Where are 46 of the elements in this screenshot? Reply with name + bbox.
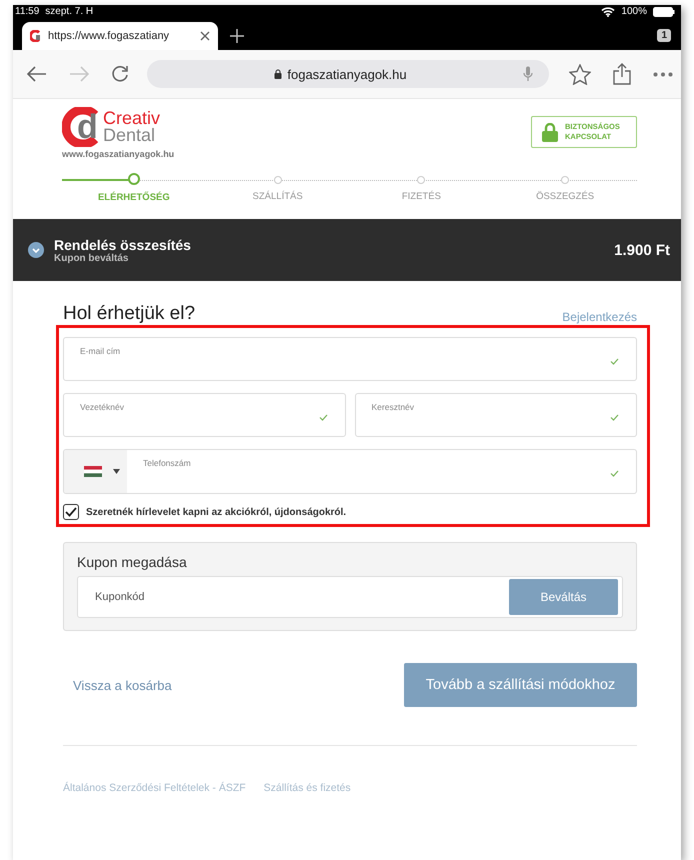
lock-icon (274, 69, 282, 79)
back-to-cart-link[interactable]: Vissza a kosárba (73, 678, 172, 692)
checkmark-icon (65, 507, 77, 517)
browser-tab[interactable]: https://www.fogaszatiany (22, 22, 218, 50)
padlock-icon (542, 122, 558, 142)
order-summary-bar[interactable]: Rendelés összesítés Kupon beváltás 1.900 Ft (13, 219, 681, 281)
reload-icon[interactable] (111, 65, 129, 83)
new-tab-icon[interactable] (230, 29, 244, 43)
logo-letter: d (77, 109, 98, 145)
more-icon[interactable] (653, 72, 673, 76)
coupon-title: Kupon megadása (77, 554, 188, 570)
star-icon[interactable] (569, 64, 591, 84)
battery-percent: 100% (621, 6, 647, 17)
back-icon[interactable] (27, 66, 47, 82)
input-field[interactable]: Vezetéknév (63, 393, 346, 437)
input-field[interactable]: Keresztnév (354, 393, 637, 437)
tab-count[interactable]: 1 (657, 29, 671, 42)
logo-url-text: www.fogaszatianyagok.hu (62, 149, 174, 159)
footer-link[interactable]: Általános Szerződési Feltételek - ÁSZF (63, 782, 246, 794)
coupon-code-field[interactable]: Kuponkód Beváltás (77, 576, 623, 618)
order-total: 1.900 Ft (614, 242, 670, 258)
summary-title: Rendelés összesítés (54, 236, 191, 252)
chevron-down-icon[interactable] (28, 242, 44, 258)
close-icon[interactable] (200, 31, 210, 41)
share-icon[interactable] (613, 63, 631, 85)
logo-text: Creativ (103, 110, 160, 127)
status-date: szept. 7. H (45, 6, 94, 17)
continue-button[interactable]: Tovább a szállítási módokhoz (404, 663, 637, 707)
section-heading: Hol érhetjük el? (63, 303, 196, 325)
wifi-icon (601, 6, 616, 16)
checkbox-label: Szeretnék hírlevelet kapni az akciókról, újdonságokról. (86, 506, 346, 518)
login-link[interactable]: Bejelentkezés (562, 310, 637, 324)
battery-icon (653, 6, 675, 16)
logo-text: Dental (103, 127, 156, 144)
summary-subtitle: Kupon beváltás (54, 252, 130, 264)
step-label[interactable]: SZÁLLÍTÁS (252, 191, 303, 202)
input-field[interactable]: E-mail cím (63, 337, 637, 381)
clock-time: 11:59 (15, 6, 40, 17)
footer-link[interactable]: Szállítás és fizetés (264, 782, 351, 794)
address-bar[interactable]: fogaszatianyagok.hu (147, 60, 549, 88)
redeem-button[interactable]: Beváltás (509, 579, 618, 615)
step-label[interactable]: ÖSSZEGZÉS (536, 191, 594, 202)
step-label[interactable]: FIZETÉS (402, 191, 441, 202)
favicon-icon (30, 30, 42, 42)
step-label[interactable]: ELÉRHETŐSÉG (98, 192, 170, 203)
checkbox[interactable] (63, 504, 79, 520)
